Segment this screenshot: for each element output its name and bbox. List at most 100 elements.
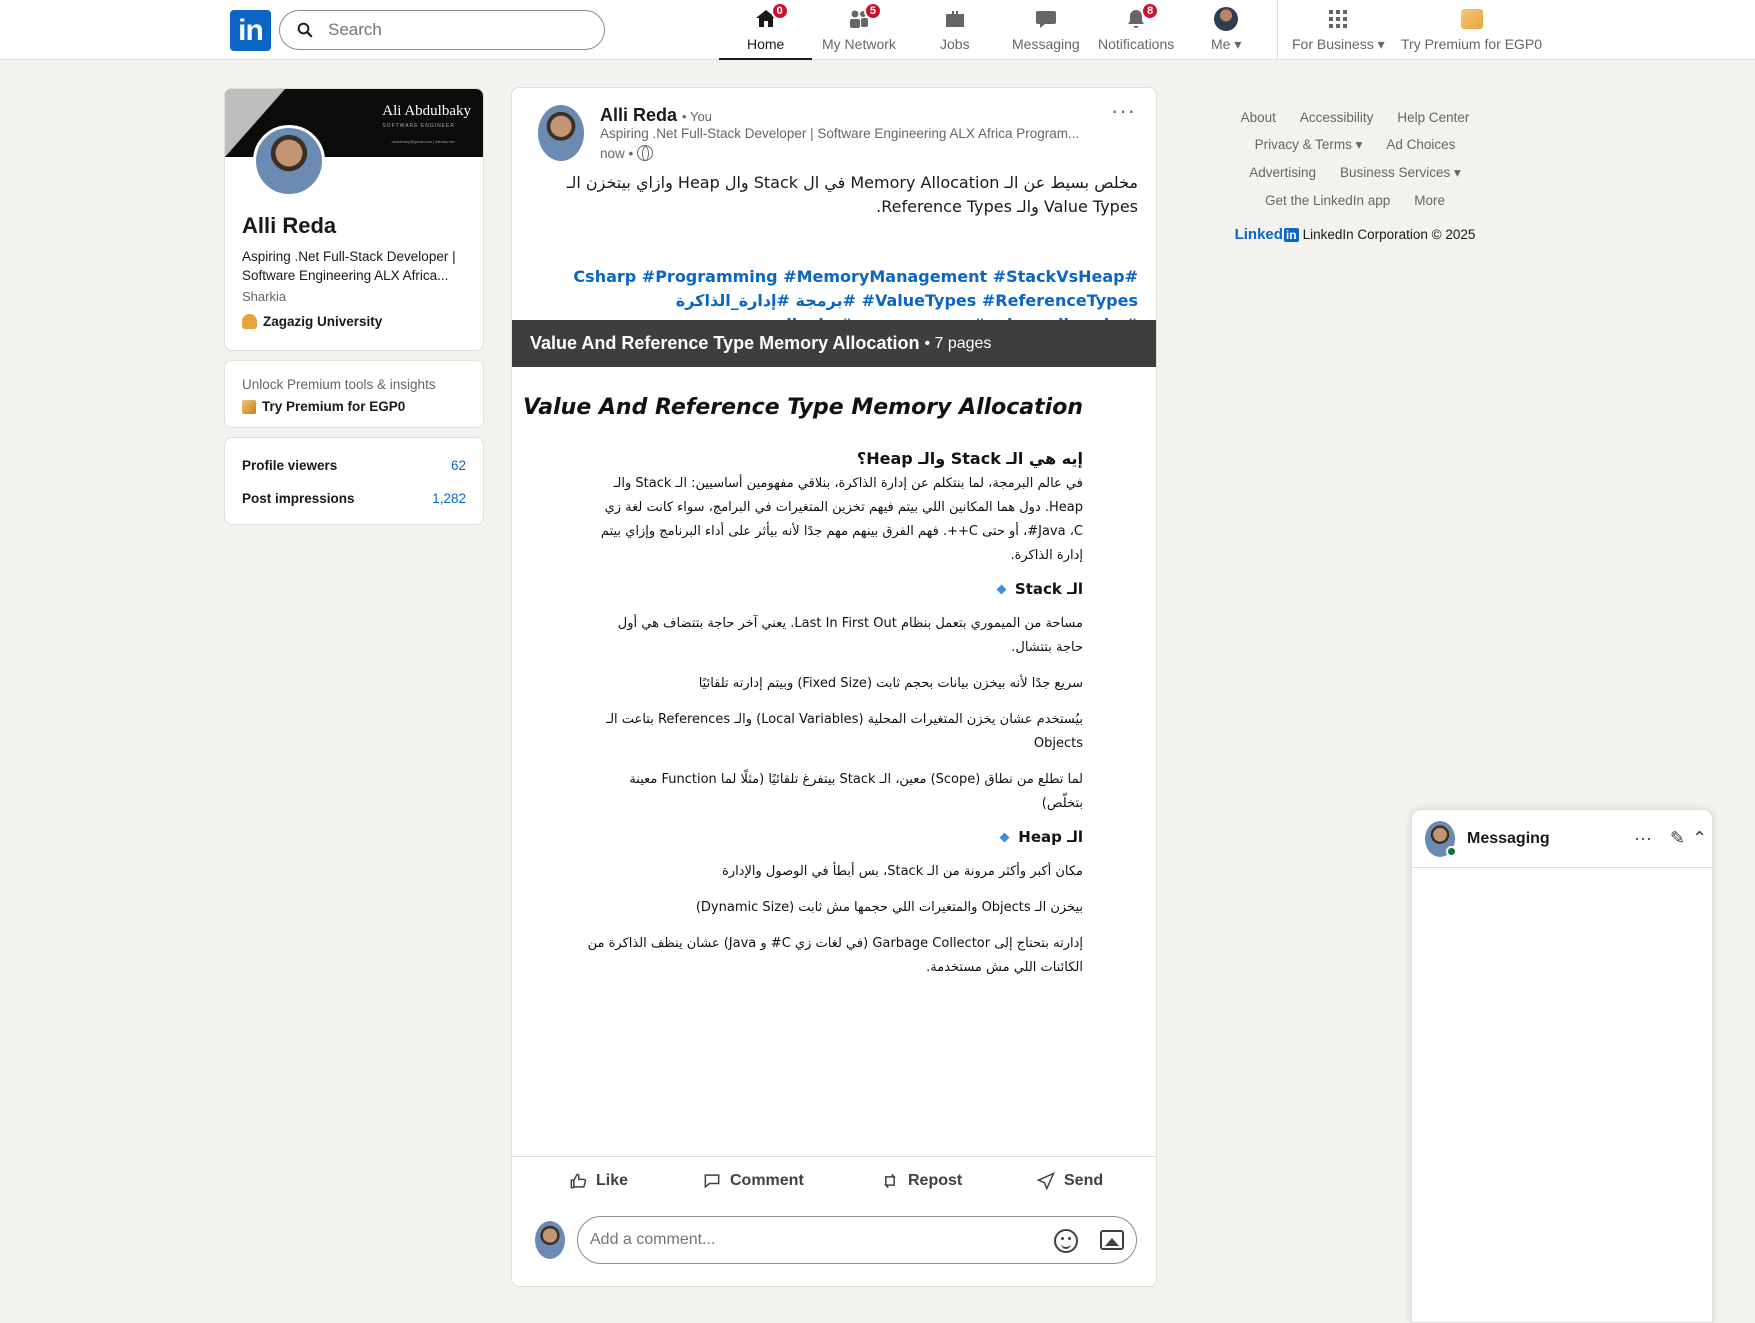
footer-link-accessibility[interactable]: Accessibility [1300, 110, 1374, 125]
repost-button[interactable]: Repost [880, 1171, 962, 1191]
compose-icon[interactable]: ✎ [1670, 828, 1685, 849]
emoji-icon[interactable] [1054, 1229, 1078, 1253]
messaging-header[interactable]: Messaging ··· ✎ ⌃ [1412, 810, 1712, 868]
network-badge: 5 [863, 2, 882, 20]
image-icon[interactable] [1100, 1230, 1124, 1250]
document-page[interactable]: Value And Reference Type Memory Allocati… [512, 367, 1156, 1157]
top-nav: in 0 Home 5 My Network Jobs Messaging 8 … [0, 0, 1755, 60]
nav-my-network[interactable]: 5 My Network [822, 2, 896, 60]
nav-notifications-label: Notifications [1098, 36, 1175, 52]
nav-messaging[interactable]: Messaging [1012, 6, 1080, 60]
nav-my-network-label: My Network [822, 36, 896, 52]
nav-for-business-label: For Business ▾ [1292, 36, 1385, 52]
profile-viewers-row[interactable]: Profile viewers 62 [242, 458, 466, 473]
premium-card[interactable]: Unlock Premium tools & insights Try Prem… [224, 360, 484, 428]
university-icon [242, 314, 257, 329]
post-impressions-row[interactable]: Post impressions 1,282 [242, 491, 466, 506]
copyright-text: LinkedIn Corporation © 2025 [1302, 227, 1476, 242]
banner-name: Ali Abdulbaky [382, 103, 471, 119]
profile-headline: Aspiring .Net Full-Stack Developer | Sof… [242, 249, 456, 283]
banner-subtitle: SOFTWARE ENGINEER [382, 123, 455, 129]
stack-section-title: الـ Stack [587, 580, 1083, 598]
messaging-title: Messaging [1467, 829, 1550, 847]
repost-icon [884, 1173, 896, 1189]
footer: About Accessibility Help Center Privacy … [1225, 110, 1485, 243]
search-input[interactable] [328, 20, 578, 40]
footer-link-get-app[interactable]: Get the LinkedIn app [1265, 193, 1390, 208]
grid-icon [1329, 10, 1348, 28]
banner-contact: abdulbaky@gmail.com | alibaky.dev [391, 139, 456, 144]
nav-messaging-label: Messaging [1012, 36, 1080, 52]
comment-avatar [535, 1221, 565, 1259]
document-header[interactable]: Value And Reference Type Memory Allocati… [512, 320, 1156, 367]
send-icon [1036, 1172, 1055, 1191]
me-avatar [1214, 7, 1239, 31]
post-card: Alli Reda • You Aspiring .Net Full-Stack… [511, 87, 1157, 1287]
diamond-icon [999, 832, 1010, 842]
nav-divider [1277, 0, 1278, 60]
document-page-title: Value And Reference Type Memory Allocati… [522, 395, 1083, 420]
stack-paragraph: سريع جدًا لأنه بيخزن بيانات بحجم ثابت (F… [698, 676, 1083, 691]
heap-paragraph: مكان أكبر وأكثر مرونة من الـ Stack، بس أ… [721, 864, 1083, 879]
nav-notifications[interactable]: 8 Notifications [1098, 2, 1175, 60]
send-button[interactable]: Send [1036, 1171, 1103, 1191]
heap-paragraph: إدارته بتحتاج إلى Garbage Collector (في … [587, 936, 1083, 975]
search-box[interactable] [279, 10, 605, 50]
footer-link-help-center[interactable]: Help Center [1397, 110, 1469, 125]
nav-home-label: Home [747, 36, 785, 52]
university-name: Zagazig University [263, 314, 383, 329]
footer-link-privacy-terms[interactable]: Privacy & Terms ▾ [1255, 137, 1363, 153]
footer-link-ad-choices[interactable]: Ad Choices [1386, 137, 1455, 153]
profile-card[interactable]: Ali Abdulbaky SOFTWARE ENGINEER abdulbak… [224, 88, 484, 351]
linkedin-logo[interactable]: in [230, 10, 271, 51]
profile-avatar[interactable] [253, 125, 325, 197]
comment-input[interactable] [590, 1231, 1030, 1249]
footer-link-advertising[interactable]: Advertising [1249, 165, 1316, 181]
profile-viewers-value: 62 [450, 458, 466, 473]
document-intro: في عالم البرمجة، لما بنتكلم عن إدارة الذ… [600, 476, 1083, 563]
post-impressions-label: Post impressions [242, 491, 355, 506]
post-author-name[interactable]: Alli Reda • You [600, 105, 712, 126]
post-author-avatar[interactable] [538, 105, 584, 161]
footer-link-business-services[interactable]: Business Services ▾ [1340, 165, 1461, 181]
comment-box[interactable] [577, 1216, 1137, 1264]
briefcase-icon [945, 11, 964, 27]
premium-link-label: Try Premium for EGP0 [262, 399, 406, 414]
document-heading: إيه هي الـ Stack والـ Heap؟ [856, 449, 1083, 468]
profile-viewers-label: Profile viewers [242, 458, 338, 473]
document-pages: • 7 pages [924, 334, 992, 352]
home-badge: 0 [770, 2, 789, 20]
profile-university[interactable]: Zagazig University [242, 314, 382, 329]
messaging-panel[interactable]: Messaging ··· ✎ ⌃ [1411, 809, 1713, 1323]
online-indicator [1446, 845, 1457, 857]
heap-section-title: الـ Heap [587, 828, 1083, 846]
post-more-button[interactable]: ··· [1111, 98, 1136, 124]
comment-button[interactable]: Comment [702, 1171, 804, 1191]
linkedin-wordmark: Linked in [1234, 226, 1299, 243]
nav-home[interactable]: 0 Home [718, 2, 813, 60]
document-title: Value And Reference Type Memory Allocati… [530, 333, 920, 353]
notifications-badge: 8 [1141, 2, 1160, 20]
nav-try-premium[interactable]: Try Premium for EGP0 [1401, 6, 1542, 60]
premium-text: Unlock Premium tools & insights [242, 377, 436, 392]
footer-link-more[interactable]: More [1414, 193, 1445, 208]
stack-paragraph: لما تطلع من نطاق (Scope) معين، الـ Stack… [629, 772, 1083, 811]
stats-card: Profile viewers 62 Post impressions 1,28… [224, 437, 484, 525]
nav-me[interactable]: Me ▾ [1211, 6, 1241, 60]
footer-link-about[interactable]: About [1241, 110, 1276, 125]
nav-me-label: Me ▾ [1211, 36, 1242, 52]
search-icon [297, 22, 313, 38]
messaging-more-icon[interactable]: ··· [1634, 828, 1652, 849]
stack-paragraph: مساحة من الميموري بتعمل بنظام Last In Fi… [617, 616, 1083, 655]
premium-link[interactable]: Try Premium for EGP0 [242, 399, 405, 414]
profile-name[interactable]: Alli Reda [242, 213, 336, 239]
profile-location: Sharkia [242, 289, 287, 304]
post-author-headline: Aspiring .Net Full-Stack Developer | Sof… [600, 126, 1080, 141]
nav-for-business[interactable]: For Business ▾ [1292, 6, 1385, 60]
post-time: now • [600, 145, 654, 161]
nav-try-premium-label: Try Premium for EGP0 [1401, 36, 1543, 52]
chevron-up-icon[interactable]: ⌃ [1692, 828, 1707, 849]
nav-jobs[interactable]: Jobs [940, 6, 970, 60]
comment-icon [704, 1174, 720, 1189]
like-button[interactable]: Like [568, 1171, 628, 1191]
